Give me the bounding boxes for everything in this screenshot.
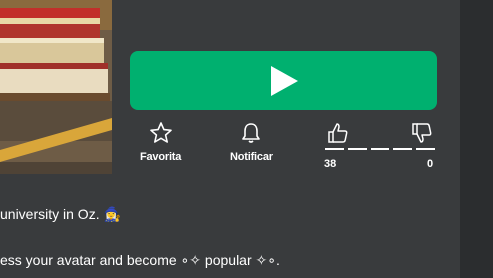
vote-bar-segment — [370, 148, 390, 150]
thumbs-up-icon — [328, 123, 348, 143]
bell-icon — [242, 123, 261, 143]
play-icon — [270, 65, 298, 96]
play-button[interactable] — [130, 51, 437, 110]
downvote-button[interactable] — [410, 121, 434, 150]
right-rail — [460, 0, 493, 278]
thumbs-down-icon — [412, 123, 432, 143]
upvote-count: 38 — [324, 158, 337, 170]
downvote-count: 0 — [427, 158, 434, 170]
description-line: ess your avatar and become ∘✧ popular ✧∘… — [0, 252, 280, 268]
notify-label: Notificar — [230, 151, 273, 163]
thumbnail-image — [0, 0, 112, 174]
vote-bar-segment — [325, 148, 344, 150]
vote-bar-segment — [416, 148, 435, 150]
favorite-button[interactable]: Favorita — [140, 121, 181, 163]
notify-button[interactable]: Notificar — [230, 121, 273, 163]
favorite-label: Favorita — [140, 151, 182, 163]
vote-bar-segment — [393, 148, 413, 150]
description-line: university in Oz. 🧙‍♀️ — [0, 206, 121, 222]
vote-bar-segment — [347, 148, 367, 150]
vote-ratio-bar — [325, 148, 435, 151]
upvote-button[interactable] — [326, 121, 350, 150]
game-thumbnail[interactable] — [0, 0, 112, 174]
star-icon — [149, 122, 172, 143]
